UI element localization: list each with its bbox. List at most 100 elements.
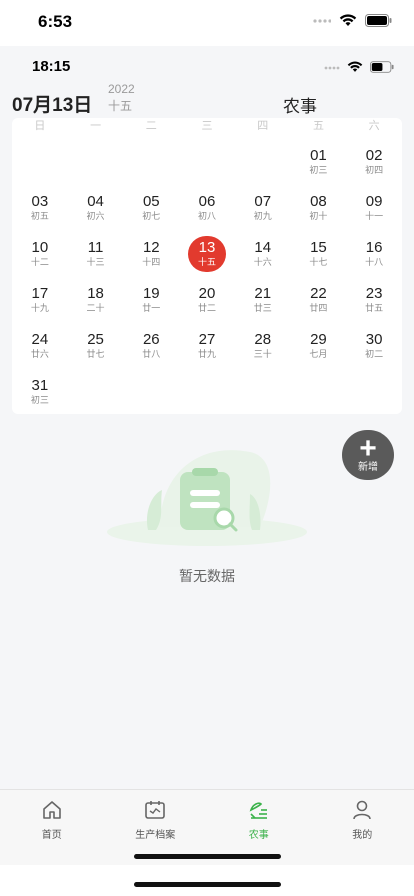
calendar-day-inner: 10 十二 [20,236,60,272]
day-number: 13 [198,239,216,256]
day-lunar: 十二 [30,257,49,267]
status-icons [313,14,392,32]
calendar-day[interactable]: 20 廿二 [179,282,235,328]
calendar-day[interactable]: 06 初八 [179,190,235,236]
calendar-day-inner: 11 十三 [76,236,116,272]
day-number: 01 [310,147,327,164]
calendar-day[interactable]: 28 三十 [235,328,291,374]
day-lunar: 十五 [197,257,216,267]
calendar-day-inner: 26 廿八 [131,328,171,364]
calendar-day[interactable]: 09 十一 [346,190,402,236]
calendar-day-selected[interactable]: 13 十五 [179,236,235,282]
calendar-day[interactable]: 18 二十 [68,282,124,328]
calendar-day[interactable]: 08 初十 [291,190,347,236]
day-lunar: 三十 [253,349,272,359]
day-lunar: 十九 [30,303,49,313]
day-number: 20 [198,285,216,302]
add-button[interactable]: + 新增 [342,430,394,480]
calendar-day-inner: 14 十六 [243,236,283,272]
calendar-day[interactable]: 26 廿八 [123,328,179,374]
tab-item[interactable]: 首页 [0,790,104,865]
calendar-day[interactable]: 16 十八 [346,236,402,282]
calendar-day[interactable]: 22 廿四 [291,282,347,328]
current-year: 2022 [108,82,135,96]
calendar-day[interactable]: 01 初三 [291,144,347,190]
day-number: 26 [142,331,160,348]
calendar-blank-cell [235,144,291,190]
calendar-day[interactable]: 21 廿三 [235,282,291,328]
home-indicator [134,854,281,859]
calendar-day-inner: 16 十八 [354,236,394,272]
calendar-day[interactable]: 11 十三 [68,236,124,282]
day-lunar: 初八 [197,211,216,221]
day-number: 25 [87,331,104,348]
calendar-day[interactable]: 04 初六 [68,190,124,236]
calendar-day[interactable]: 05 初七 [123,190,179,236]
day-number: 12 [142,239,160,256]
weekday-label: 三 [201,120,213,132]
calendar-day-inner: 18 二十 [76,282,116,318]
calendar-day[interactable]: 25 廿七 [68,328,124,374]
calendar-day-inner: 03 初五 [20,190,60,226]
calendar-day-inner: 08 初十 [298,190,338,226]
day-lunar: 廿三 [253,303,272,313]
calendar-day-inner: 29 七月 [298,328,338,364]
day-number: 18 [87,285,104,302]
calendar-day[interactable]: 07 初九 [235,190,291,236]
weekday-label: 二 [145,120,157,132]
calendar-day[interactable]: 02 初四 [346,144,402,190]
calendar-day[interactable]: 30 初二 [346,328,402,374]
day-number: 19 [142,285,160,302]
tab-label: 生产档案 [135,830,176,841]
inner-status-icons [324,60,394,78]
day-lunar: 十四 [142,257,161,267]
day-number: 16 [365,239,383,256]
calendar-day-inner: 07 初九 [243,190,283,226]
day-number: 07 [254,193,272,210]
calendar-day[interactable]: 15 十七 [291,236,347,282]
day-number: 11 [87,239,104,256]
weekday-label: 五 [312,120,324,132]
calendar-day-inner: 02 初四 [354,144,394,180]
calendar-day-inner: 01 初三 [298,144,338,180]
calendar-day[interactable]: 14 十六 [235,236,291,282]
day-number: 31 [31,377,49,394]
calendar-blank-cell [68,144,124,190]
calendar-day[interactable]: 31 初三 [12,374,68,414]
day-lunar: 廿二 [197,303,216,313]
weekday-label: 日 [34,120,46,132]
day-lunar: 廿七 [86,349,105,359]
calendar-day[interactable]: 19 廿一 [123,282,179,328]
calendar-day-inner: 05 初七 [131,190,171,226]
calendar-day-inner: 31 初三 [20,374,60,410]
status-time: 6:53 [38,12,73,31]
weekday-label: 四 [257,120,269,132]
calendar-day-inner: 04 初六 [76,190,116,226]
calendar-day[interactable]: 10 十二 [12,236,68,282]
farm-work-icon [247,798,271,822]
calendar-day[interactable]: 03 初五 [12,190,68,236]
day-number: 09 [365,193,383,210]
bottom-safe-area [0,865,414,896]
day-lunar: 初三 [30,395,49,405]
calendar-day[interactable]: 17 十九 [12,282,68,328]
day-lunar: 廿五 [365,303,384,313]
home-icon [40,798,64,822]
calendar-day[interactable]: 12 十四 [123,236,179,282]
wifi-icon [347,60,363,78]
day-lunar: 初四 [365,165,384,175]
day-lunar: 十六 [253,257,272,267]
calendar-day[interactable]: 24 廿六 [12,328,68,374]
day-number: 23 [365,285,383,302]
tab-item[interactable]: 我的 [311,790,414,865]
day-lunar: 二十 [86,303,105,313]
day-lunar: 七月 [309,349,328,359]
calendar-blank-cell [123,144,179,190]
page-title: 农事 [283,97,317,116]
calendar-day[interactable]: 27 廿九 [179,328,235,374]
day-lunar: 初二 [365,349,384,359]
current-date[interactable]: 07月13日 [12,90,92,117]
calendar-day[interactable]: 23 廿五 [346,282,402,328]
day-number: 14 [254,239,272,256]
calendar-day[interactable]: 29 七月 [291,328,347,374]
